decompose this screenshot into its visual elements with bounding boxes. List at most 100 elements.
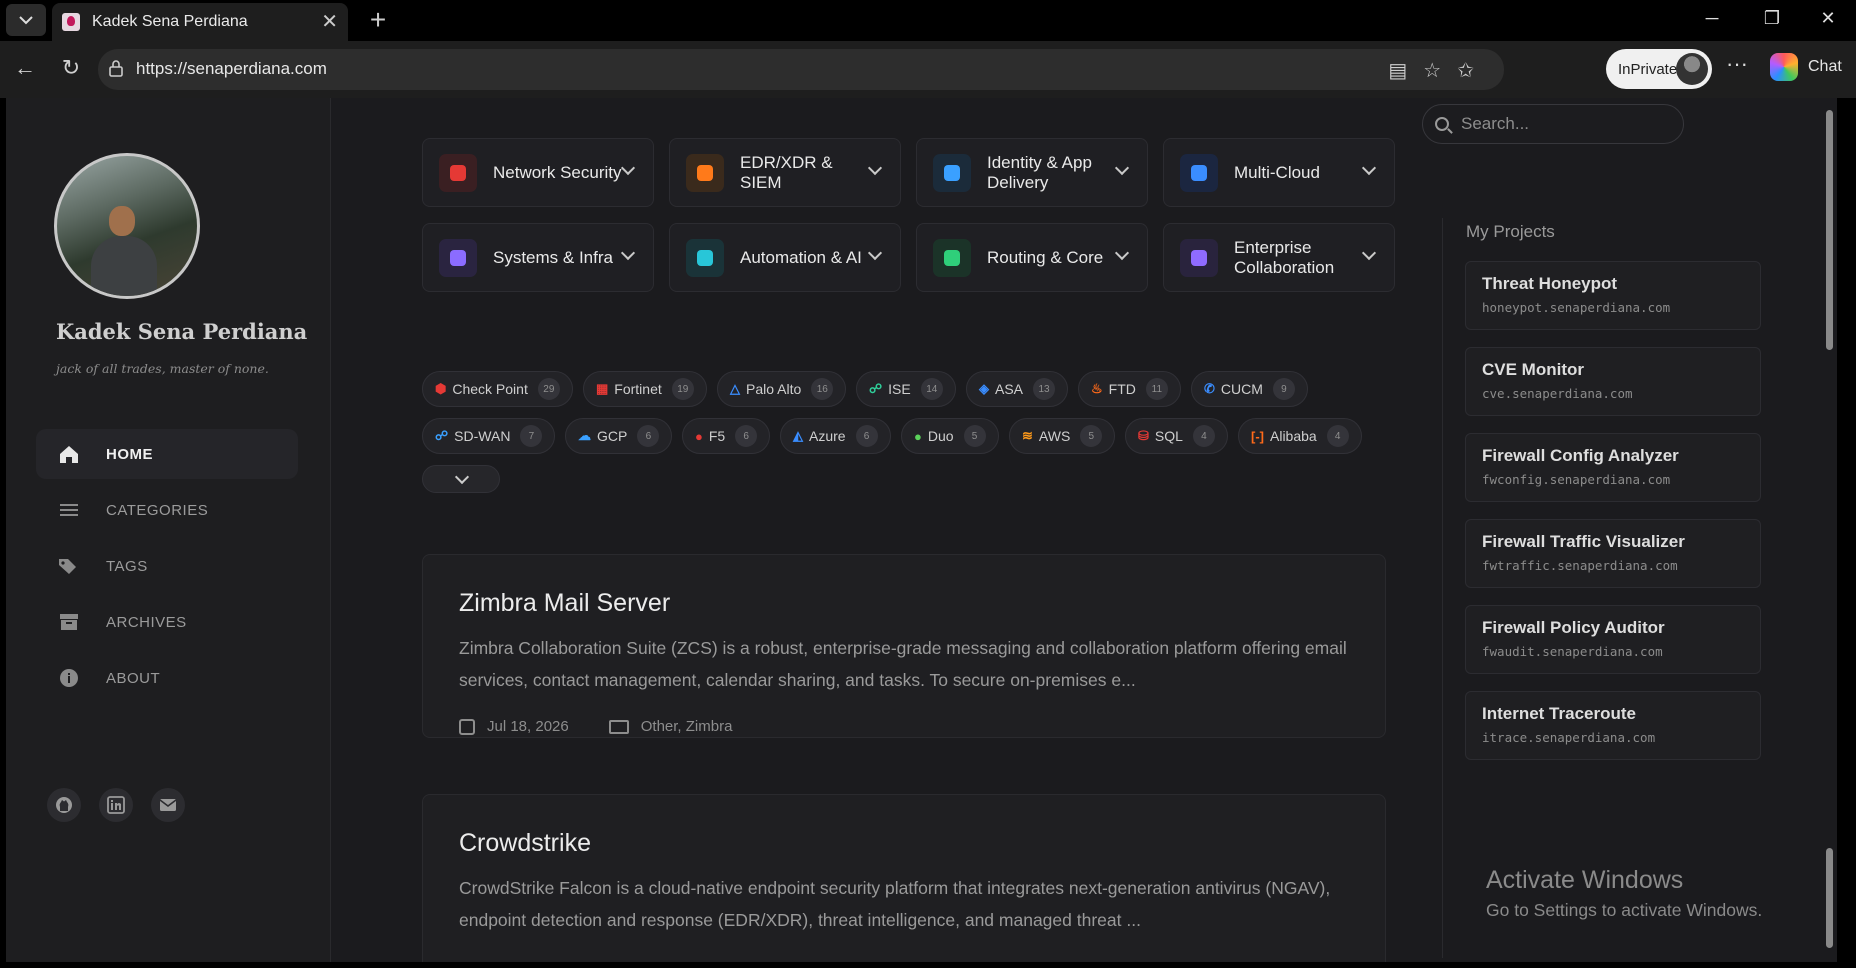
headset-icon <box>1180 238 1218 277</box>
tag-chip[interactable]: ● Duo 5 <box>901 418 999 454</box>
project-card[interactable]: Internet Traceroute itrace.senaperdiana.c… <box>1465 691 1761 760</box>
post-title[interactable]: Crowdstrike <box>459 829 1349 858</box>
post-categories[interactable]: Other, Zimbra <box>641 718 733 735</box>
refresh-button[interactable]: ↻ <box>56 55 86 81</box>
close-tab-button[interactable]: ✕ <box>321 12 338 32</box>
category-card[interactable]: Identity & App Delivery <box>916 138 1148 207</box>
scrollbar-thumb-lower[interactable] <box>1826 848 1833 948</box>
search-input[interactable]: Search... <box>1422 104 1684 144</box>
tag-chip[interactable]: ⛁ SQL 4 <box>1125 418 1228 454</box>
tag-chip[interactable]: ♨ FTD 11 <box>1078 371 1181 407</box>
nav-item-categories[interactable]: CATEGORIES <box>36 485 298 535</box>
project-url: itrace.senaperdiana.com <box>1482 730 1656 745</box>
category-card[interactable]: EDR/XDR & SIEM <box>669 138 901 207</box>
search-icon <box>1435 117 1449 131</box>
profile-avatar <box>1676 53 1708 85</box>
category-card[interactable]: Routing & Core <box>916 223 1148 292</box>
category-card[interactable]: Multi-Cloud <box>1163 138 1395 207</box>
inprivate-button[interactable]: InPrivate <box>1606 49 1712 89</box>
reader-view-icon[interactable]: ▤ <box>1388 60 1423 82</box>
tag-chip[interactable]: ◭ Azure 6 <box>780 418 891 454</box>
tag-icon: ☍ <box>869 381 883 396</box>
project-card[interactable]: Firewall Config Analyzer fwconfig.senaper… <box>1465 433 1761 502</box>
post-title[interactable]: Zimbra Mail Server <box>459 589 1349 618</box>
site-title[interactable]: Kadek Sena Perdiana <box>56 319 307 344</box>
post-date: Jul 18, 2026 <box>487 718 569 735</box>
tag-chip[interactable]: △ Palo Alto 16 <box>717 371 847 407</box>
browser-window: Kadek Sena Perdiana ✕ + ─ ❐ ✕ ← ↻ https:… <box>0 0 1856 968</box>
browser-tab[interactable]: Kadek Sena Perdiana ✕ <box>52 3 348 41</box>
post-card[interactable]: Zimbra Mail Server Zimbra Collaboration … <box>422 554 1386 738</box>
favorites-list-icon[interactable]: ✩ <box>1457 60 1490 82</box>
tag-chip[interactable]: [-] Alibaba 4 <box>1238 418 1362 454</box>
restore-button[interactable]: ❐ <box>1752 8 1792 29</box>
chevron-down-icon[interactable] <box>1361 245 1377 261</box>
project-name: Internet Traceroute <box>1482 704 1636 723</box>
address-bar-actions[interactable]: ▤☆✩ <box>1388 58 1490 83</box>
chevron-down-icon[interactable] <box>867 160 883 176</box>
nav-item-tags[interactable]: TAGS <box>36 541 298 591</box>
gears-icon <box>686 238 724 277</box>
tag-chip[interactable]: ✆ CUCM 9 <box>1191 371 1308 407</box>
page-scrollbar[interactable] <box>1822 98 1837 962</box>
project-url: honeypot.senaperdiana.com <box>1482 300 1671 315</box>
nav-item-home[interactable]: HOME <box>36 429 298 479</box>
category-card[interactable]: Enterprise Collaboration <box>1163 223 1395 292</box>
linkedin-icon[interactable] <box>99 788 133 822</box>
project-card[interactable]: Firewall Policy Auditor fwaudit.senaperdi… <box>1465 605 1761 674</box>
nav-item-archives[interactable]: ARCHIVES <box>36 597 298 647</box>
project-card[interactable]: Threat Honeypot honeypot.senaperdiana.com <box>1465 261 1761 330</box>
favorite-star-icon[interactable]: ☆ <box>1423 60 1457 82</box>
scrollbar-thumb[interactable] <box>1826 110 1833 350</box>
project-name: CVE Monitor <box>1482 360 1584 379</box>
chevron-down-icon[interactable] <box>620 160 636 176</box>
chat-label[interactable]: Chat <box>1808 58 1842 76</box>
tag-chip[interactable]: ▦ Fortinet 19 <box>583 371 707 407</box>
chevron-down-icon[interactable] <box>1361 160 1377 176</box>
new-tab-button[interactable]: + <box>362 4 394 36</box>
profile-avatar-image[interactable] <box>54 153 200 299</box>
tag-chip[interactable]: ☍ ISE 14 <box>856 371 956 407</box>
tag-label: Palo Alto <box>746 381 802 397</box>
tab-actions-button[interactable] <box>6 4 46 36</box>
post-card[interactable]: Crowdstrike CrowdStrike Falcon is a clou… <box>422 794 1386 962</box>
tag-chip[interactable]: ☁ GCP 6 <box>565 418 673 454</box>
server-icon <box>439 238 477 277</box>
page-viewport: Kadek Sena Perdiana jack of all trades, … <box>6 98 1837 962</box>
category-card[interactable]: Automation & AI <box>669 223 901 292</box>
tag-count: 4 <box>1326 425 1349 447</box>
right-panel: Search... My Projects Threat Honeypot hon… <box>1422 98 1837 962</box>
chevron-down-icon[interactable] <box>1114 160 1130 176</box>
category-card[interactable]: Systems & Infra <box>422 223 654 292</box>
github-icon[interactable] <box>47 788 81 822</box>
tag-chip[interactable]: ● F5 6 <box>682 418 771 454</box>
chevron-down-icon[interactable] <box>1114 245 1130 261</box>
tag-icon: ≋ <box>1022 428 1033 443</box>
tag-chip[interactable]: ≋ AWS 5 <box>1009 418 1116 454</box>
nav-label-home: HOME <box>106 445 153 463</box>
tag-label: GCP <box>597 428 628 444</box>
address-bar[interactable]: https://senaperdiana.com ▤☆✩ <box>98 49 1504 90</box>
email-icon[interactable] <box>151 788 185 822</box>
tag-icon: △ <box>730 381 740 396</box>
nav-item-about[interactable]: ABOUT <box>36 653 298 703</box>
search-placeholder: Search... <box>1461 114 1530 133</box>
close-window-button[interactable]: ✕ <box>1808 8 1848 29</box>
tag-count: 6 <box>735 425 758 447</box>
tag-label: Fortinet <box>614 381 662 397</box>
back-button[interactable]: ← <box>10 55 40 81</box>
chevron-down-icon[interactable] <box>620 245 636 261</box>
minimize-button[interactable]: ─ <box>1692 8 1732 29</box>
expand-tags-button[interactable] <box>422 465 500 493</box>
tag-label: CUCM <box>1220 381 1263 397</box>
copilot-icon[interactable] <box>1770 53 1798 81</box>
tag-label: SD-WAN <box>454 428 511 444</box>
tag-chip[interactable]: ◈ ASA 13 <box>966 371 1069 407</box>
tag-chip[interactable]: ⬢ Check Point 29 <box>422 371 573 407</box>
project-card[interactable]: CVE Monitor cve.senaperdiana.com <box>1465 347 1761 416</box>
category-card[interactable]: Network Security <box>422 138 654 207</box>
tag-chip[interactable]: ☍ SD-WAN 7 <box>422 418 556 454</box>
chevron-down-icon[interactable] <box>867 245 883 261</box>
more-menu-button[interactable]: ··· <box>1726 51 1748 77</box>
project-card[interactable]: Firewall Traffic Visualizer fwtraffic.sen… <box>1465 519 1761 588</box>
